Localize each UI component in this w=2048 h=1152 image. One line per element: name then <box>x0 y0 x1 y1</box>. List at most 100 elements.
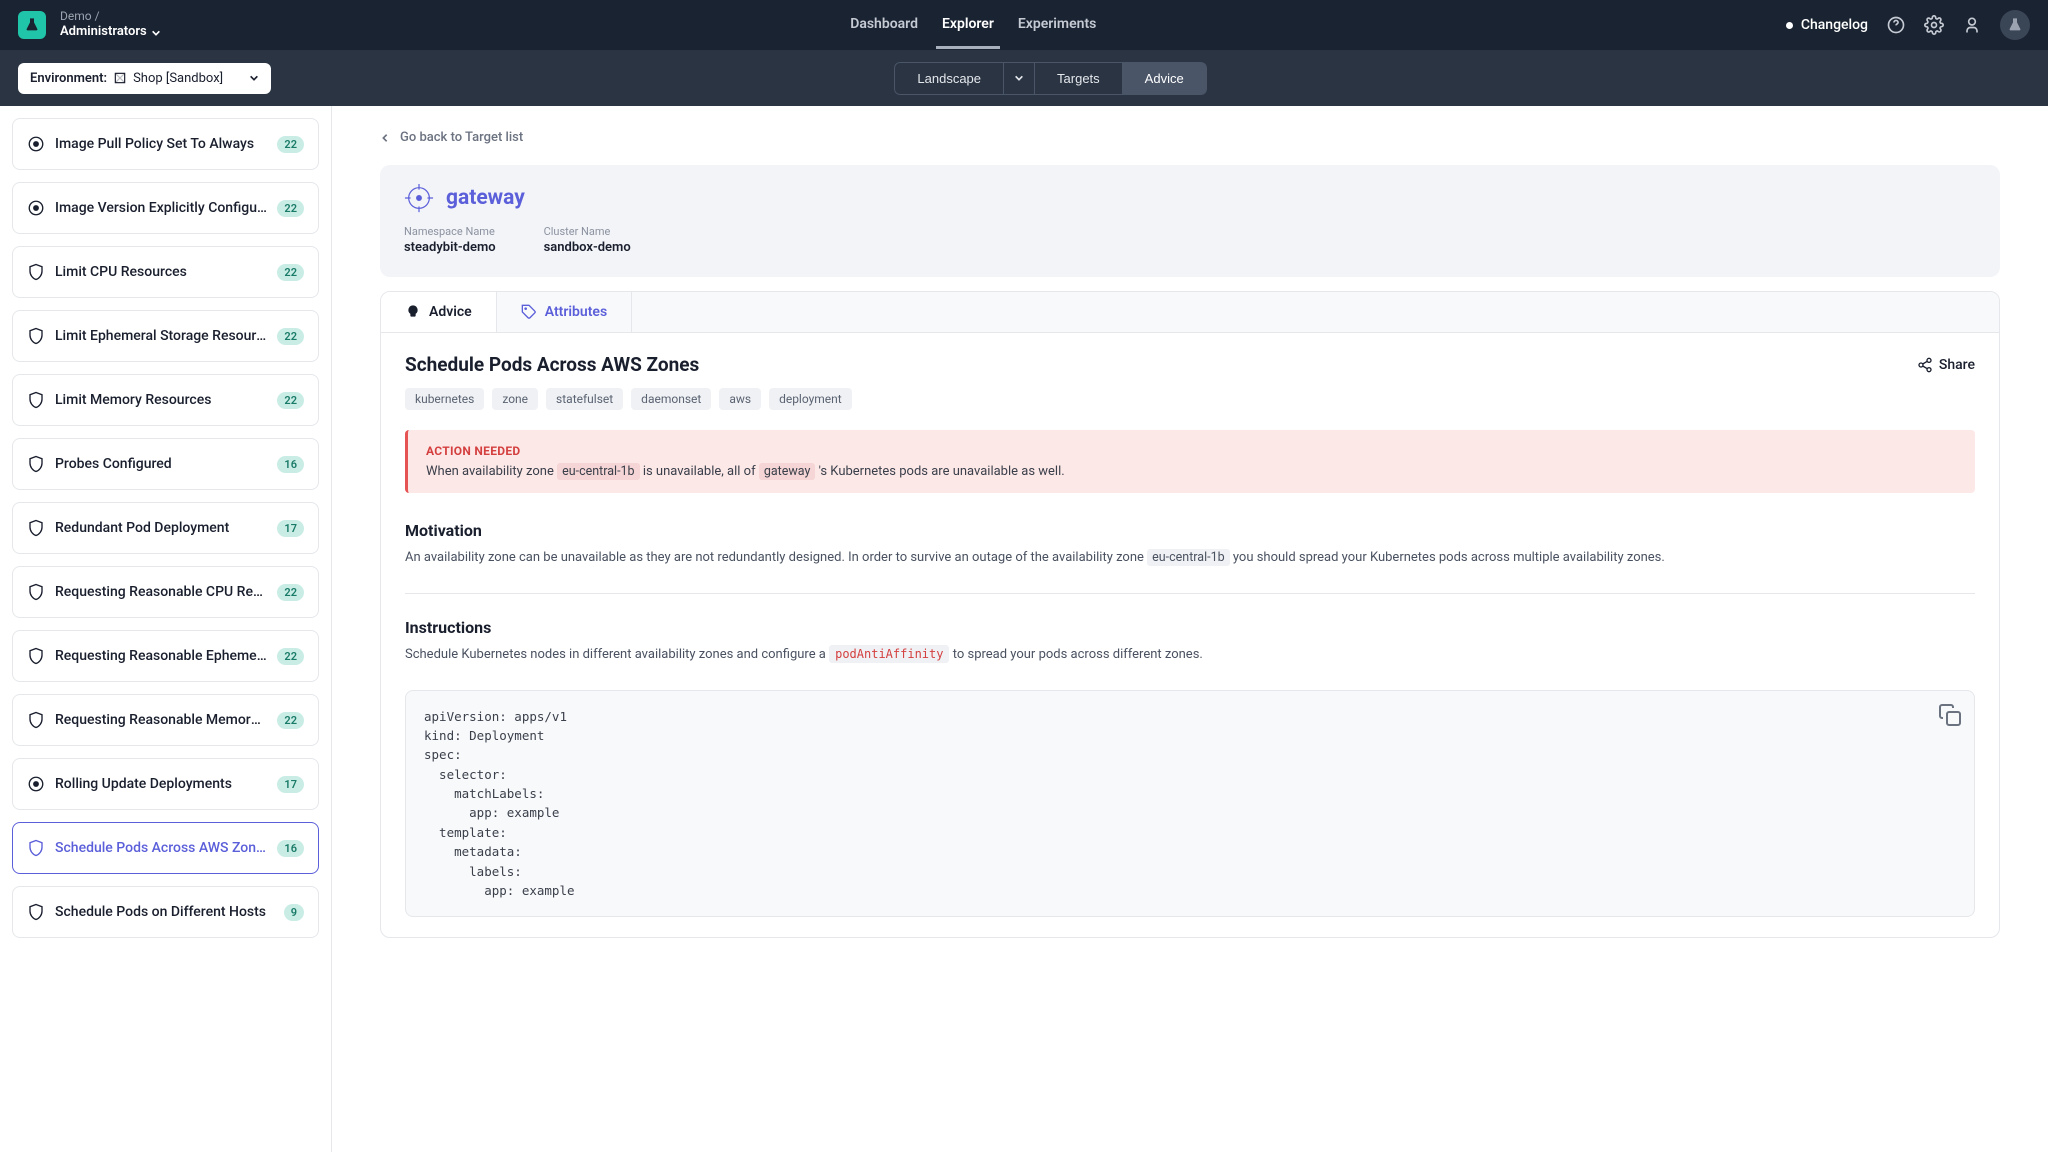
alert-title: ACTION NEEDED <box>426 444 1957 458</box>
advice-sidebar[interactable]: Image Pull Policy Set To Always22Image V… <box>0 106 332 1152</box>
nav-explorer[interactable]: Explorer <box>936 2 1000 49</box>
advice-item-count: 22 <box>277 648 304 665</box>
chevron-down-icon <box>1014 73 1024 83</box>
tag: zone <box>492 388 538 410</box>
sidebar-advice-item[interactable]: Schedule Pods Across AWS Zones 16 <box>12 822 319 874</box>
instructions-heading: Instructions <box>405 618 1975 637</box>
box-icon <box>113 71 127 85</box>
top-nav: Demo / Administrators Dashboard Explorer… <box>0 0 2048 50</box>
meta-label: Cluster Name <box>544 225 631 238</box>
meta-value: sandbox-demo <box>544 240 631 255</box>
advice-item-label: Image Version Explicitly Configured <box>55 200 267 216</box>
flask-icon <box>24 17 40 33</box>
breadcrumb-org: Demo / <box>60 9 161 25</box>
flask-icon <box>2007 17 2023 33</box>
advice-item-count: 22 <box>277 264 304 281</box>
changelog-link[interactable]: Changelog <box>1786 17 1868 33</box>
advice-item-count: 22 <box>277 328 304 345</box>
chevron-down-icon <box>249 73 259 83</box>
nav-experiments[interactable]: Experiments <box>1012 2 1102 49</box>
sidebar-advice-item[interactable]: Requesting Reasonable Memory Reso... 22 <box>12 694 319 746</box>
meta-value: steadybit-demo <box>404 240 496 255</box>
avatar[interactable] <box>2000 10 2030 40</box>
tab-advice[interactable]: Advice <box>381 292 497 332</box>
copy-button[interactable] <box>1938 703 1962 727</box>
sidebar-advice-item[interactable]: Requesting Reasonable CPU Resourc... 22 <box>12 566 319 618</box>
chevron-down-icon <box>151 28 161 38</box>
sidebar-advice-item[interactable]: Image Version Explicitly Configured 22 <box>12 182 319 234</box>
motivation-text: An availability zone can be unavailable … <box>405 548 1975 569</box>
tab-attributes[interactable]: Attributes <box>497 292 632 332</box>
help-icon <box>1886 15 1906 35</box>
advice-item-label: Rolling Update Deployments <box>55 776 267 792</box>
tag-icon <box>521 304 537 320</box>
tag-row: kuberneteszonestatefulsetdaemonsetawsdep… <box>405 388 1975 410</box>
help-button[interactable] <box>1886 15 1906 35</box>
advice-item-count: 17 <box>277 776 304 793</box>
advice-item-count: 22 <box>277 712 304 729</box>
sidebar-advice-item[interactable]: Redundant Pod Deployment 17 <box>12 502 319 554</box>
nav-right: Changelog <box>1786 10 2030 40</box>
seg-landscape[interactable]: Landscape <box>894 62 1004 95</box>
sidebar-advice-item[interactable]: Rolling Update Deployments 17 <box>12 758 319 810</box>
advice-item-count: 22 <box>277 200 304 217</box>
alert-body: When availability zone eu-central-1b is … <box>426 464 1957 479</box>
seg-advice[interactable]: Advice <box>1123 62 1207 95</box>
advice-item-label: Requesting Reasonable CPU Resourc... <box>55 584 267 600</box>
nav-dashboard[interactable]: Dashboard <box>844 2 924 49</box>
advice-item-count: 17 <box>277 520 304 537</box>
env-label: Environment: <box>30 71 107 86</box>
sidebar-advice-item[interactable]: Limit Ephemeral Storage Resources 22 <box>12 310 319 362</box>
advice-item-label: Limit Ephemeral Storage Resources <box>55 328 267 344</box>
seg-landscape-dropdown[interactable] <box>1004 62 1035 95</box>
breadcrumb-team: Administrators <box>60 24 147 41</box>
content: Go back to Target list gateway Namespace… <box>332 106 2048 1152</box>
target-icon <box>404 183 434 213</box>
settings-button[interactable] <box>1924 15 1944 35</box>
advice-item-label: Redundant Pod Deployment <box>55 520 267 536</box>
environment-selector[interactable]: Environment: Shop [Sandbox] <box>18 63 271 94</box>
advice-item-count: 16 <box>277 456 304 473</box>
sidebar-advice-item[interactable]: Limit CPU Resources 22 <box>12 246 319 298</box>
advice-item-count: 22 <box>277 392 304 409</box>
sidebar-advice-item[interactable]: Limit Memory Resources22 <box>12 374 319 426</box>
share-button[interactable]: Share <box>1917 357 1975 373</box>
user-button[interactable] <box>1962 15 1982 35</box>
advice-item-count: 22 <box>277 584 304 601</box>
sidebar-advice-item[interactable]: Schedule Pods on Different Hosts 9 <box>12 886 319 938</box>
user-icon <box>1962 15 1982 35</box>
motivation-heading: Motivation <box>405 521 1975 540</box>
env-value: Shop [Sandbox] <box>133 71 223 86</box>
target-hero: gateway Namespace Namesteadybit-demoClus… <box>380 165 2000 277</box>
advice-item-count: 9 <box>284 904 304 921</box>
detail-tabs: Advice Attributes <box>381 292 1999 333</box>
view-segmented-control: Landscape Targets Advice <box>894 62 1206 95</box>
gear-icon <box>1924 15 1944 35</box>
meta-item: Namespace Namesteadybit-demo <box>404 225 496 255</box>
advice-icon <box>405 304 421 320</box>
advice-item-label: Schedule Pods on Different Hosts <box>55 904 274 920</box>
advice-item-label: Limit CPU Resources <box>55 264 267 280</box>
motivation-section: Motivation An availability zone can be u… <box>405 521 1975 569</box>
sidebar-advice-item[interactable]: Requesting Reasonable Ephemeral Sto...22 <box>12 630 319 682</box>
instructions-text: Schedule Kubernetes nodes in different a… <box>405 645 1975 666</box>
code-block: apiVersion: apps/v1 kind: Deployment spe… <box>405 690 1975 918</box>
advice-item-count: 16 <box>277 840 304 857</box>
seg-targets[interactable]: Targets <box>1035 62 1123 95</box>
instructions-section: Instructions Schedule Kubernetes nodes i… <box>405 618 1975 666</box>
copy-icon <box>1938 703 1962 727</box>
advice-item-count: 22 <box>277 136 304 153</box>
meta-item: Cluster Name sandbox-demo <box>544 225 631 255</box>
advice-item-label: Image Pull Policy Set To Always <box>55 136 267 152</box>
sidebar-advice-item[interactable]: Probes Configured16 <box>12 438 319 490</box>
tag: statefulset <box>546 388 623 410</box>
dot-indicator-icon <box>1786 22 1793 29</box>
breadcrumb[interactable]: Demo / Administrators <box>60 9 161 41</box>
advice-item-label: Schedule Pods Across AWS Zones <box>55 840 267 856</box>
sidebar-advice-item[interactable]: Image Pull Policy Set To Always 22 <box>12 118 319 170</box>
app-logo[interactable] <box>18 11 46 39</box>
back-link[interactable]: Go back to Target list <box>380 130 2000 145</box>
advice-item-label: Requesting Reasonable Memory Reso... <box>55 712 267 728</box>
chevron-left-icon <box>380 133 390 143</box>
tag: daemonset <box>631 388 711 410</box>
